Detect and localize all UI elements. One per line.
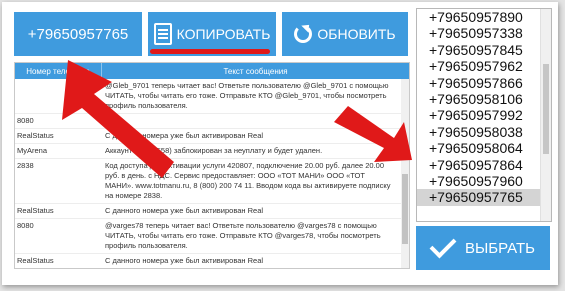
annotation-arrow-right [334, 106, 412, 162]
annotation-arrows [62, 60, 412, 178]
annotation-arrow-left [62, 60, 174, 178]
app-window: +79650957765 КОПИРОВАТЬ ОБНОВИТЬ Номер т… [2, 2, 558, 285]
